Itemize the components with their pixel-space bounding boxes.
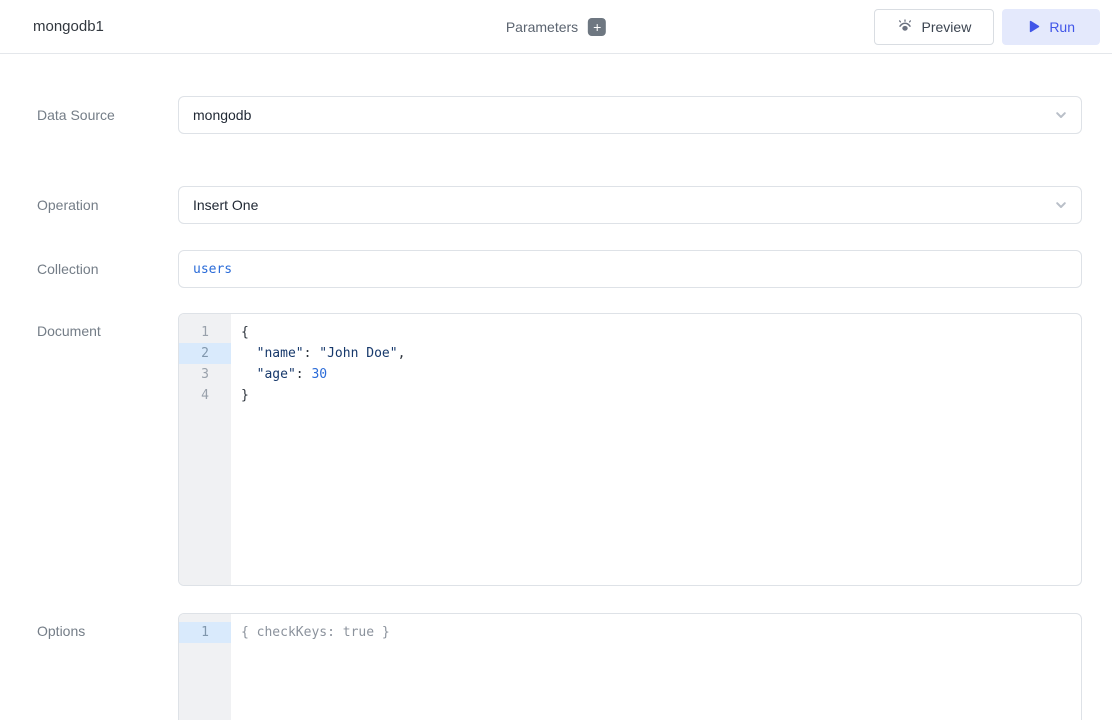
operation-row: Operation Insert One bbox=[37, 186, 1082, 224]
code-token bbox=[241, 346, 257, 361]
document-code-editor[interactable]: 1 2 3 4 { "name": "John Doe", "age": 30 … bbox=[178, 313, 1082, 586]
options-code-area[interactable]: { checkKeys: true } bbox=[231, 614, 1081, 720]
options-code-editor[interactable]: 1 { checkKeys: true } bbox=[178, 613, 1082, 720]
code-token: , bbox=[398, 346, 406, 361]
query-name: mongodb1 bbox=[33, 18, 104, 35]
chevron-down-icon bbox=[1053, 107, 1069, 123]
eye-icon bbox=[897, 19, 913, 35]
line-number: 4 bbox=[179, 385, 231, 406]
code-line: "age": 30 bbox=[241, 364, 1081, 385]
code-token: 30 bbox=[311, 367, 327, 382]
code-line: { bbox=[241, 322, 1081, 343]
code-token: : bbox=[304, 346, 320, 361]
query-header: mongodb1 Parameters + Preview Run bbox=[0, 0, 1112, 54]
data-source-label: Data Source bbox=[37, 96, 178, 134]
code-line: } bbox=[241, 385, 1081, 406]
code-token: } bbox=[241, 388, 249, 403]
operation-label: Operation bbox=[37, 186, 178, 224]
line-number-active: 2 bbox=[179, 343, 231, 364]
collection-input[interactable]: users bbox=[178, 250, 1082, 288]
code-token bbox=[241, 367, 257, 382]
parameters-label: Parameters bbox=[506, 19, 578, 35]
code-token: { bbox=[241, 325, 249, 340]
code-token: "age" bbox=[257, 367, 296, 382]
code-token: { checkKeys: true } bbox=[241, 625, 390, 640]
code-token: "John Doe" bbox=[319, 346, 397, 361]
query-form: Data Source mongodb Operation Insert One… bbox=[0, 96, 1112, 720]
data-source-value: mongodb bbox=[193, 107, 1053, 123]
options-row: Options 1 { checkKeys: true } bbox=[37, 613, 1082, 720]
code-token: : bbox=[296, 367, 312, 382]
plus-icon: + bbox=[593, 20, 601, 34]
chevron-down-icon bbox=[1053, 197, 1069, 213]
parameters-section: Parameters + bbox=[506, 0, 606, 54]
line-number: 3 bbox=[179, 364, 231, 385]
data-source-row: Data Source mongodb bbox=[37, 96, 1082, 134]
line-number-active: 1 bbox=[179, 622, 231, 643]
line-number-gutter: 1 2 3 4 bbox=[179, 314, 231, 585]
preview-button-label: Preview bbox=[922, 19, 972, 35]
operation-value: Insert One bbox=[193, 197, 1053, 213]
document-label: Document bbox=[37, 313, 178, 586]
header-actions: Preview Run bbox=[874, 9, 1100, 45]
preview-button[interactable]: Preview bbox=[874, 9, 995, 45]
document-code-area[interactable]: { "name": "John Doe", "age": 30 } bbox=[231, 314, 1081, 585]
play-icon bbox=[1027, 20, 1040, 33]
code-token: "name" bbox=[257, 346, 304, 361]
collection-label: Collection bbox=[37, 250, 178, 288]
code-line: "name": "John Doe", bbox=[241, 343, 1081, 364]
line-number: 1 bbox=[179, 322, 231, 343]
data-source-select[interactable]: mongodb bbox=[178, 96, 1082, 134]
add-parameter-button[interactable]: + bbox=[588, 18, 606, 36]
collection-row: Collection users bbox=[37, 250, 1082, 288]
run-button[interactable]: Run bbox=[1002, 9, 1100, 45]
collection-value: users bbox=[193, 262, 232, 277]
code-line: { checkKeys: true } bbox=[241, 622, 1081, 643]
options-label: Options bbox=[37, 613, 178, 720]
document-row: Document 1 2 3 4 { "name": "John Doe", "… bbox=[37, 313, 1082, 586]
run-button-label: Run bbox=[1049, 19, 1075, 35]
line-number-gutter: 1 bbox=[179, 614, 231, 720]
operation-select[interactable]: Insert One bbox=[178, 186, 1082, 224]
